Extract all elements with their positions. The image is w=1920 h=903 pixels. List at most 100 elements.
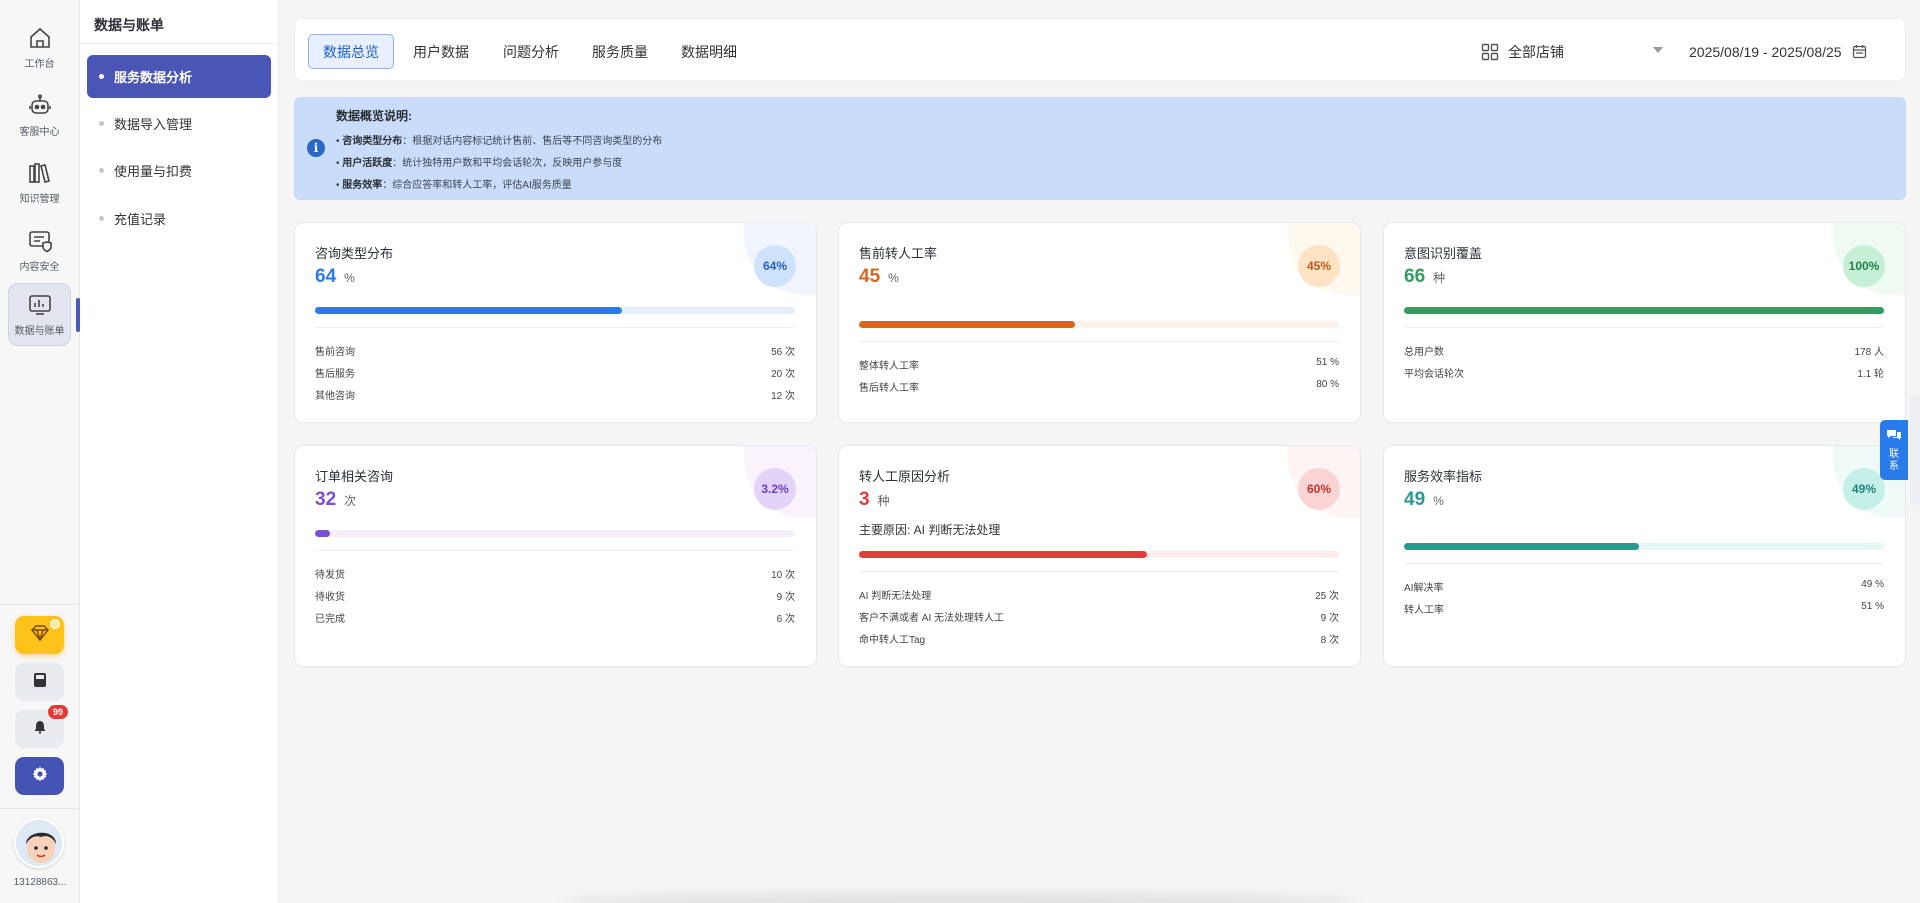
stat-value: 178 人 (1854, 347, 1884, 358)
stat-label: AI 判断无法处理 (859, 591, 932, 602)
stat-value: 25 次 (1315, 591, 1339, 602)
stat-label: 待收货 (315, 592, 345, 603)
calendar-icon (1852, 44, 1867, 59)
sub-nav: 数据与账单 服务数据分析 数据导入管理 使用量与扣费 充值记录 (80, 0, 279, 903)
card-service-efficiency: 服务效率指标 49% 49% AI解决率 49 % 转人工率 51 % (1383, 445, 1906, 667)
card-badge: 45% (1298, 245, 1340, 287)
tab-overview[interactable]: 数据总览 (308, 34, 394, 69)
progress-fill (859, 321, 1075, 328)
card-divider (859, 571, 1339, 572)
rail-item-label: 数据与账单 (14, 326, 65, 337)
settings-button[interactable] (15, 757, 64, 795)
stat-value: 1.1 轮 (1857, 369, 1884, 380)
shield-chat-icon (27, 228, 53, 254)
card-unit: 次 (344, 494, 357, 508)
stat-label: 总用户数 (1404, 347, 1444, 358)
card-unit: 种 (877, 494, 890, 508)
stat-label: AI解决率 (1404, 583, 1444, 594)
card-subtitle: 主要原因: AI 判断无法处理 (859, 523, 1001, 537)
stat-row: 售后转人工率 80 % (859, 379, 1339, 395)
date-range-picker[interactable]: 2025/08/19 - 2025/08/25 (1689, 34, 1889, 69)
progress-fill (1404, 543, 1640, 550)
date-range-value: 2025/08/19 - 2025/08/25 (1689, 43, 1842, 60)
stat-value: 51 % (1316, 357, 1339, 368)
robot-icon (27, 93, 53, 119)
rail-item-knowledge[interactable]: 知识管理 (8, 151, 71, 214)
rail-divider (0, 808, 80, 809)
card-title: 服务效率指标 (1404, 469, 1483, 484)
progress-fill (315, 307, 623, 314)
contact-button[interactable]: 联系 (1880, 420, 1908, 480)
tab-data-detail[interactable]: 数据明细 (667, 34, 751, 69)
card-title: 售前转人工率 (859, 246, 938, 261)
card-divider (1404, 327, 1884, 328)
card-value: 49 (1404, 489, 1426, 510)
info-banner: i 数据概览说明: • 咨询类型分布：根据对话内容标记统计售前、售后等不同咨询类… (294, 97, 1906, 200)
subnav-item-service-analytics[interactable]: 服务数据分析 (87, 55, 271, 98)
progress-fill (1404, 307, 1884, 314)
rail-divider (0, 604, 80, 605)
progress-track (315, 307, 795, 314)
stat-row: AI 判断无法处理 25 次 (859, 587, 1339, 603)
card-divider (859, 341, 1339, 342)
stat-label: 平均会话轮次 (1404, 369, 1464, 380)
progress-fill (315, 530, 331, 537)
card-divider (315, 327, 795, 328)
contact-label: 联系 (1889, 449, 1899, 472)
tab-issue-analysis[interactable]: 问题分析 (489, 34, 573, 69)
left-rail: 工作台 客服中心 知识管理 内容安全 数据与账单 99 13128863... (0, 0, 80, 903)
progress-track (1404, 307, 1884, 314)
card-metric: 45% (859, 266, 899, 288)
stat-row: 总用户数 178 人 (1404, 343, 1884, 359)
docs-button[interactable] (15, 663, 64, 701)
card-divider (315, 550, 795, 551)
store-select-value: 全部店铺 (1508, 43, 1564, 60)
stat-row: 售前咨询 56 次 (315, 343, 795, 359)
card-value: 64 (315, 266, 337, 287)
tab-service-quality[interactable]: 服务质量 (578, 34, 662, 69)
rail-item-data-billing[interactable]: 数据与账单 (8, 283, 80, 346)
info-icon: i (307, 139, 325, 157)
rail-item-service-center[interactable]: 客服中心 (8, 84, 71, 147)
notifications-button[interactable]: 99 (15, 705, 68, 748)
stat-value: 9 次 (776, 592, 795, 603)
avatar[interactable] (14, 818, 64, 868)
card-value: 66 (1404, 266, 1426, 287)
card-metric: 3种 (859, 489, 890, 511)
stat-row: 整体转人工率 51 % (859, 357, 1339, 373)
rail-item-label: 客服中心 (19, 127, 60, 138)
stat-row: 命中转人工Tag 8 次 (859, 631, 1339, 647)
subnav-divider (80, 43, 279, 44)
subnav-item-recharge[interactable]: 充值记录 (87, 197, 271, 240)
stat-label: 售后转人工率 (859, 383, 919, 394)
stat-value: 12 次 (771, 391, 795, 402)
float-edge (1910, 395, 1920, 505)
stat-value: 56 次 (771, 347, 795, 358)
subnav-item-data-import[interactable]: 数据导入管理 (87, 102, 271, 145)
tab-user-data[interactable]: 用户数据 (399, 34, 483, 69)
user-id: 13128863... (13, 877, 67, 888)
stat-row: 其他咨询 12 次 (315, 387, 795, 403)
card-value: 3 (859, 489, 870, 510)
rail-item-workbench[interactable]: 工作台 (8, 16, 71, 79)
card-metric: 32 次 (315, 489, 356, 511)
stat-row: 客户不满或者 AI 无法处理转人工 9 次 (859, 609, 1339, 625)
stat-value: 20 次 (771, 369, 795, 380)
card-unit: % (1433, 494, 1444, 508)
card-unit: 种 (1433, 271, 1446, 285)
books-icon (27, 160, 53, 186)
rail-item-label: 内容安全 (19, 262, 60, 273)
info-line: • 用户活跃度：统计独特用户数和平均会话轮次，反映用户参与度 (336, 158, 623, 169)
stat-label: 其他咨询 (315, 391, 355, 402)
stat-row: 平均会话轮次 1.1 轮 (1404, 365, 1884, 381)
diamond-icon (30, 624, 50, 646)
store-select[interactable]: 全部店铺 (1481, 34, 1689, 69)
stat-row: 已完成 6 次 (315, 610, 795, 626)
subnav-title: 数据与账单 (94, 17, 164, 33)
rail-item-content-safety[interactable]: 内容安全 (8, 219, 71, 282)
vip-button[interactable] (15, 616, 64, 654)
subnav-item-usage-billing[interactable]: 使用量与扣费 (87, 149, 271, 192)
stat-value: 80 % (1316, 379, 1339, 390)
rail-item-label: 工作台 (24, 59, 55, 70)
stat-value: 10 次 (771, 570, 795, 581)
